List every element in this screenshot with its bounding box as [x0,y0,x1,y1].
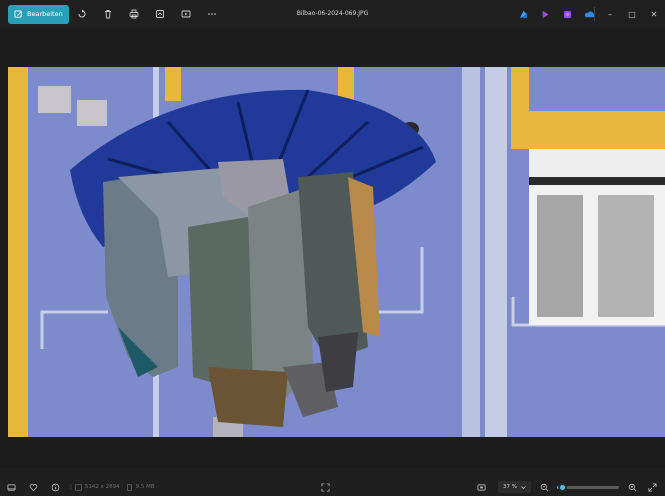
chevron-down-icon [521,485,526,489]
zoom-slider-handle[interactable] [557,482,567,492]
expand-icon [320,482,330,492]
dimensions-icon [75,483,82,491]
delete-icon [104,10,111,19]
fullscreen-icon [647,482,657,492]
image-meta: | 5142 x 2894 9.5 MB [70,483,155,491]
zoom-value: 37 % [503,484,517,490]
clipchamp-button[interactable] [517,8,529,20]
actual-size-icon [477,483,486,491]
window-controls: – □ ✕ [590,0,665,28]
gallery-icon [155,10,164,18]
zoom-controls: 37 % [470,478,665,496]
minimize-button[interactable]: – [599,0,621,28]
zoom-out-button[interactable] [537,478,551,496]
clipchamp-icon [519,10,527,18]
zoom-out-icon [540,483,548,491]
zoom-dropdown[interactable]: 37 % [498,481,531,493]
fit-to-screen-button[interactable] [316,478,334,496]
favorite-button[interactable] [22,478,44,496]
slideshow-button[interactable] [173,0,199,28]
edit-button[interactable]: Bearbeiten [8,4,69,24]
gallery-button[interactable] [147,0,173,28]
info-icon [51,483,59,491]
print-button[interactable] [121,0,147,28]
more-button[interactable] [199,0,225,28]
photos-app-window: Bearbeiten Bilbao-06-2024-069.JPG – □ ✕ … [0,0,665,496]
photo-viewer [0,28,665,468]
print-icon [129,9,139,19]
filmstrip-icon [6,483,16,491]
delete-button[interactable] [95,0,121,28]
actual-size-button[interactable] [470,478,492,496]
app-icon [563,10,571,18]
meta-divider: | [70,484,72,490]
info-button[interactable] [44,478,66,496]
zoom-in-icon [628,483,636,491]
more-icon [207,13,216,15]
divider [594,7,595,21]
heart-icon [29,483,37,491]
filmstrip-button[interactable] [0,478,22,496]
close-button[interactable]: ✕ [643,0,665,28]
slideshow-icon [181,10,191,18]
designer-button[interactable] [539,8,551,20]
file-size-icon [126,483,132,491]
app-shortcuts [517,0,595,28]
zoom-slider[interactable] [557,482,619,492]
photo-image[interactable] [8,67,665,437]
file-size: 9.5 MB [135,484,155,490]
app-button[interactable] [561,8,573,20]
status-bar: | 5142 x 2894 9.5 MB 37 % [0,478,665,496]
fullscreen-button[interactable] [645,478,659,496]
edit-button-label: Bearbeiten [27,10,63,18]
rotate-icon [78,9,86,18]
title-bar: Bearbeiten Bilbao-06-2024-069.JPG – □ ✕ [0,0,665,28]
image-dimensions: 5142 x 2894 [84,484,120,490]
edit-icon [14,9,22,18]
maximize-button[interactable]: □ [621,0,643,28]
designer-icon [542,10,548,18]
zoom-in-button[interactable] [625,478,639,496]
rotate-button[interactable] [69,0,95,28]
